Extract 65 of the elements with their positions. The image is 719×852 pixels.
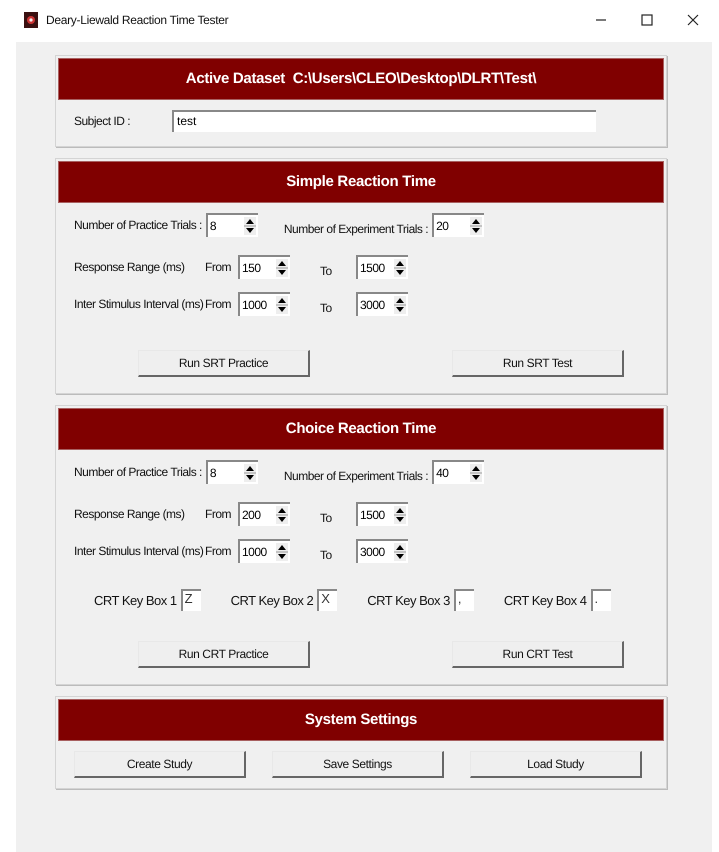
section-header: Simple Reaction Time <box>58 161 664 203</box>
section-header: System Settings <box>58 699 664 741</box>
field-label: To <box>319 264 333 278</box>
number-spinner[interactable]: 3000 <box>356 539 408 563</box>
spin-arrows-icon[interactable] <box>244 217 256 235</box>
spin-arrows-icon[interactable] <box>394 296 406 314</box>
spin-arrows-icon[interactable] <box>276 259 288 277</box>
section-header: Choice Reaction Time <box>58 408 664 450</box>
field-label: To <box>319 548 333 562</box>
run-button[interactable]: Run SRT Test <box>452 350 624 377</box>
field-label: CRT Key Box 4 <box>504 592 586 608</box>
run-button[interactable]: Run CRT Test <box>452 641 624 668</box>
spin-arrows-icon[interactable] <box>276 506 288 524</box>
spin-arrows-icon[interactable] <box>394 506 406 524</box>
field-label: Number of Experiment Trials : <box>284 222 428 236</box>
key-field[interactable]: . <box>590 589 610 611</box>
field-label: Number of Practice Trials : <box>74 218 202 232</box>
window-title: Deary-Liewald Reaction Time Tester <box>46 13 228 27</box>
settings-button[interactable]: Create Study <box>74 751 246 778</box>
app-icon <box>24 12 38 28</box>
field-label: Subject ID : <box>74 114 132 128</box>
field-label: To <box>319 301 333 315</box>
number-spinner[interactable]: 8 <box>206 213 258 237</box>
field-label: Response Range (ms) <box>74 260 186 274</box>
subject-id-field[interactable]: test <box>172 110 596 132</box>
settings-button[interactable]: Save Settings <box>272 751 444 778</box>
close-icon[interactable] <box>687 14 699 26</box>
field-label: From <box>205 544 232 558</box>
section-header: Active Dataset C:\Users\CLEO\Desktop\DLRT\Test\ <box>58 58 664 100</box>
spin-arrows-icon[interactable] <box>394 543 406 561</box>
settings-button[interactable]: Load Study <box>470 751 642 778</box>
maximize-icon[interactable] <box>641 14 653 26</box>
run-button[interactable]: Run SRT Practice <box>138 350 310 377</box>
field-label: Number of Practice Trials : <box>74 465 202 479</box>
run-button[interactable]: Run CRT Practice <box>138 641 310 668</box>
field-label: CRT Key Box 2 <box>230 592 314 608</box>
spin-arrows-icon[interactable] <box>470 464 482 482</box>
field-label: Response Range (ms) <box>74 507 186 521</box>
number-spinner[interactable]: 1000 <box>238 292 290 316</box>
number-spinner[interactable]: 3000 <box>356 292 408 316</box>
spin-arrows-icon[interactable] <box>276 543 288 561</box>
field-label: From <box>205 507 232 521</box>
spin-arrows-icon[interactable] <box>470 217 482 235</box>
number-spinner[interactable]: 150 <box>238 255 290 279</box>
spin-arrows-icon[interactable] <box>276 296 288 314</box>
field-label: Number of Experiment Trials : <box>284 469 428 483</box>
number-spinner[interactable]: 20 <box>432 213 484 237</box>
number-spinner[interactable]: 8 <box>206 460 258 484</box>
field-label: CRT Key Box 1 <box>94 592 177 608</box>
number-spinner[interactable]: 1500 <box>356 502 408 526</box>
field-label: Inter Stimulus Interval (ms) <box>74 544 204 558</box>
spin-arrows-icon[interactable] <box>394 259 406 277</box>
number-spinner[interactable]: 1000 <box>238 539 290 563</box>
field-label: From <box>205 297 232 311</box>
key-field[interactable]: Z <box>180 589 201 611</box>
key-field[interactable]: , <box>454 589 474 611</box>
field-label: CRT Key Box 3 <box>367 592 450 608</box>
key-field[interactable]: X <box>317 589 338 611</box>
spin-arrows-icon[interactable] <box>244 464 256 482</box>
number-spinner[interactable]: 40 <box>432 460 484 484</box>
number-spinner[interactable]: 1500 <box>356 255 408 279</box>
field-label: Inter Stimulus Interval (ms) <box>74 297 204 311</box>
field-label: From <box>205 260 232 274</box>
field-label: To <box>319 511 333 525</box>
number-spinner[interactable]: 200 <box>238 502 290 526</box>
